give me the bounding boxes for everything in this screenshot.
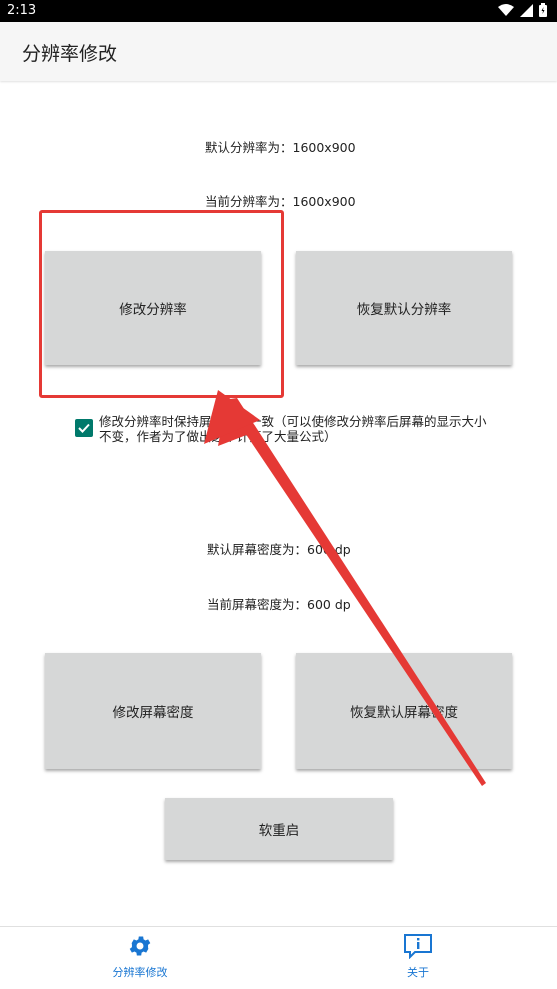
modify-density-button[interactable]: 修改屏幕密度 bbox=[45, 653, 261, 769]
bottom-navigation: 分辨率修改 关于 bbox=[0, 926, 557, 989]
app-bar: 分辨率修改 bbox=[0, 22, 557, 81]
modify-resolution-button[interactable]: 修改分辨率 bbox=[45, 251, 261, 365]
gear-icon bbox=[129, 936, 151, 956]
current-resolution-text: 当前分辨率为：1600x900 bbox=[205, 194, 356, 209]
info-icon bbox=[404, 934, 432, 960]
current-density-text: 当前屏幕密度为：600 dp bbox=[207, 597, 351, 612]
restore-resolution-button[interactable]: 恢复默认分辨率 bbox=[296, 251, 512, 365]
keep-density-label: 修改分辨率时保持屏幕密度一致（可以使修改分辨率后屏幕的显示大小不变，作者为了做出… bbox=[99, 414, 487, 444]
status-bar: 2:13 bbox=[0, 0, 557, 22]
status-time: 2:13 bbox=[7, 3, 37, 18]
nav-item-about[interactable]: 关于 bbox=[348, 933, 488, 980]
checkmark-icon bbox=[78, 423, 90, 433]
nav-item-resolution[interactable]: 分辨率修改 bbox=[70, 933, 210, 980]
restore-density-button[interactable]: 恢复默认屏幕密度 bbox=[296, 653, 512, 769]
keep-density-checkbox[interactable] bbox=[75, 419, 93, 437]
nav-label-about: 关于 bbox=[407, 966, 429, 979]
status-icons bbox=[498, 3, 547, 17]
default-resolution-text: 默认分辨率为：1600x900 bbox=[205, 140, 356, 155]
battery-icon bbox=[539, 3, 547, 17]
default-density-text: 默认屏幕密度为：600 dp bbox=[207, 542, 351, 557]
soft-reboot-button[interactable]: 软重启 bbox=[165, 798, 393, 860]
signal-icon bbox=[520, 3, 533, 17]
page-title: 分辨率修改 bbox=[22, 43, 118, 65]
nav-label-resolution: 分辨率修改 bbox=[112, 966, 168, 979]
wifi-icon bbox=[498, 3, 514, 16]
